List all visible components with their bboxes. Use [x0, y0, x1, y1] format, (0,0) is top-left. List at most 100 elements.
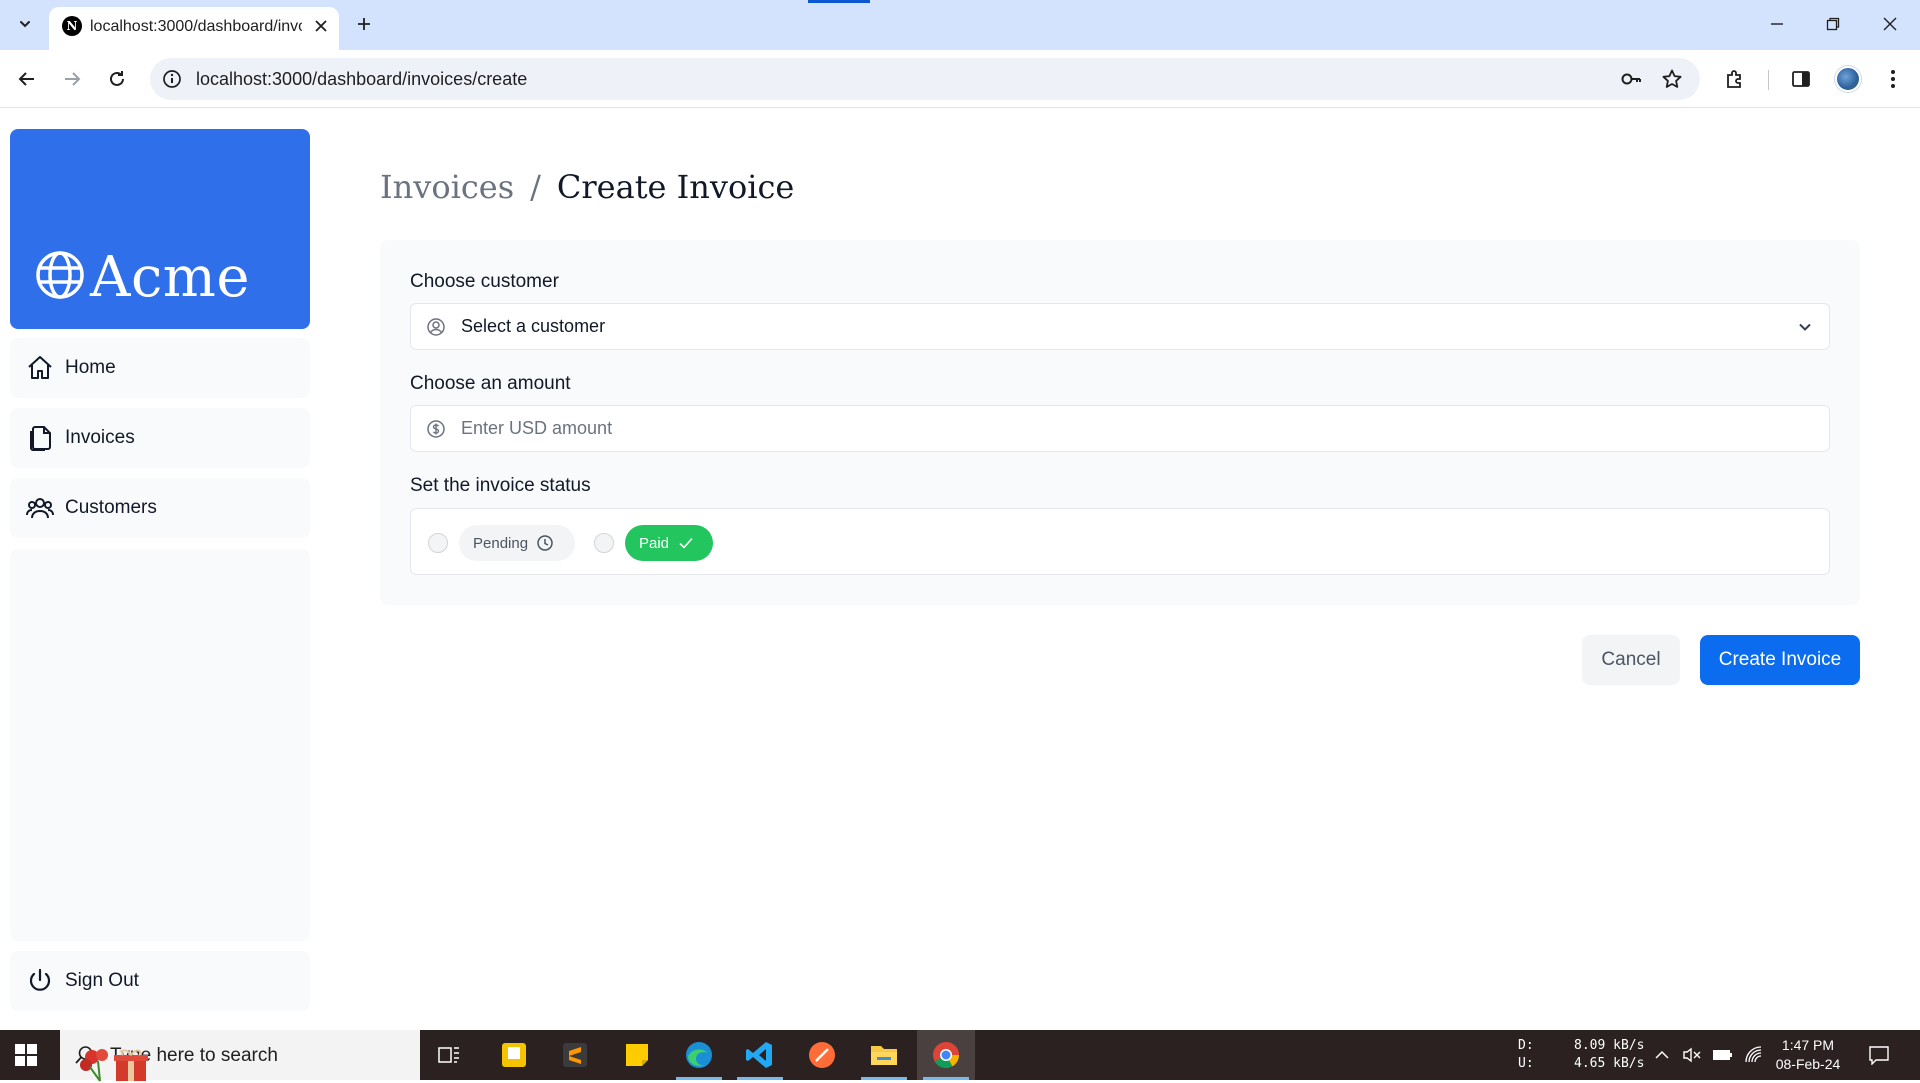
- taskbar-vscode-app[interactable]: [731, 1030, 789, 1080]
- document-icon: [26, 424, 54, 452]
- star-icon[interactable]: [1661, 68, 1683, 90]
- task-view-button[interactable]: [420, 1030, 478, 1080]
- close-icon: [1882, 16, 1898, 32]
- forward-button[interactable]: [57, 64, 87, 94]
- sidebar-item-label: Invoices: [65, 427, 135, 448]
- dollar-icon: [426, 419, 446, 439]
- net-up-speed: 4.65 kB/s: [1574, 1056, 1645, 1071]
- tab-strip-indicator: [808, 0, 870, 3]
- breadcrumb-invoices-link[interactable]: Invoices: [380, 168, 514, 206]
- browser-tab[interactable]: N localhost:3000/dashboard/invoices/crea…: [49, 7, 339, 50]
- sign-out-label: Sign Out: [65, 970, 139, 991]
- close-window-button[interactable]: [1878, 12, 1902, 36]
- back-button[interactable]: [12, 64, 42, 94]
- net-up-label: U:: [1518, 1056, 1534, 1071]
- sign-out-button[interactable]: Sign Out: [10, 951, 310, 1011]
- side-panel-button[interactable]: [1786, 64, 1816, 94]
- profile-avatar[interactable]: [1835, 66, 1861, 92]
- toolbar-divider: [1768, 70, 1769, 90]
- brand-link[interactable]: Acme: [10, 129, 310, 329]
- paid-radio[interactable]: [594, 533, 614, 553]
- browser-menu-button[interactable]: [1878, 64, 1908, 94]
- sidebar-item-label: Customers: [65, 497, 157, 518]
- edge-icon: [684, 1040, 714, 1070]
- breadcrumb-separator: /: [530, 168, 541, 206]
- taskbar-player-app[interactable]: [485, 1030, 543, 1080]
- sticky-notes-icon: [623, 1041, 651, 1069]
- amount-input[interactable]: Enter USD amount: [410, 405, 1830, 452]
- tab-close-button[interactable]: [311, 16, 331, 36]
- gift-flowers-icon: [74, 1045, 148, 1082]
- clock-date: 08-Feb-24: [1775, 1056, 1841, 1072]
- new-tab-button[interactable]: [352, 12, 376, 36]
- power-icon: [26, 967, 54, 995]
- sidebar-item-label: Home: [65, 357, 116, 378]
- info-icon[interactable]: [162, 69, 182, 89]
- vscode-icon: [745, 1040, 775, 1070]
- puzzle-icon: [1724, 68, 1746, 90]
- task-view-icon: [438, 1045, 460, 1065]
- restore-button[interactable]: [1821, 12, 1845, 36]
- taskbar-chrome-app[interactable]: [917, 1030, 975, 1080]
- windows-start-icon[interactable]: [14, 1043, 38, 1067]
- key-icon[interactable]: [1620, 68, 1642, 90]
- speaker-muted-icon[interactable]: [1682, 1045, 1702, 1065]
- plus-icon: [356, 16, 372, 32]
- notification-icon[interactable]: [1868, 1045, 1890, 1065]
- check-icon: [677, 534, 695, 552]
- taskbar-search[interactable]: Type here to search: [60, 1030, 420, 1082]
- page-title: Create Invoice: [556, 168, 795, 206]
- tab-search-button[interactable]: [13, 12, 37, 36]
- paid-status-label[interactable]: Paid: [625, 525, 713, 561]
- create-invoice-button[interactable]: Create Invoice: [1700, 635, 1860, 685]
- wifi-icon[interactable]: [1744, 1045, 1764, 1065]
- system-clock[interactable]: 1:47 PM 08-Feb-24: [1768, 1036, 1848, 1074]
- tab-title: localhost:3000/dashboard/invoices/create: [90, 18, 302, 35]
- taskbar-edge-app[interactable]: [670, 1030, 728, 1080]
- sidebar-item-customers[interactable]: Customers: [10, 478, 310, 538]
- paid-text: Paid: [639, 534, 670, 552]
- user-circle-icon: [426, 317, 446, 337]
- chevron-up-icon[interactable]: [1652, 1045, 1672, 1065]
- taskbar-sublime-app[interactable]: [546, 1030, 604, 1080]
- clock-time: 1:47 PM: [1781, 1037, 1835, 1053]
- url-text: localhost:3000/dashboard/invoices/create: [196, 69, 528, 89]
- battery-icon[interactable]: [1712, 1045, 1732, 1065]
- player-app-icon: [500, 1041, 528, 1069]
- status-label: Set the invoice status: [410, 475, 591, 496]
- nextjs-favicon-icon: N: [62, 16, 82, 36]
- postman-icon: [807, 1040, 837, 1070]
- minimize-button[interactable]: [1765, 12, 1789, 36]
- chevron-down-icon: [17, 16, 33, 32]
- arrow-right-icon: [62, 69, 82, 89]
- taskbar-postman-app[interactable]: [793, 1030, 851, 1080]
- sidebar-item-home[interactable]: Home: [10, 338, 310, 398]
- more-vert-icon: [1890, 69, 1896, 89]
- taskbar-file-explorer-app[interactable]: [855, 1030, 913, 1080]
- status-fieldset: Pending Paid: [410, 508, 1830, 575]
- amount-label: Choose an amount: [410, 373, 571, 394]
- cancel-button[interactable]: Cancel: [1582, 635, 1680, 685]
- close-icon: [314, 19, 328, 33]
- net-down-speed: 8.09 kB/s: [1574, 1038, 1645, 1053]
- reload-button[interactable]: [102, 64, 132, 94]
- pending-status-label[interactable]: Pending: [459, 525, 575, 561]
- reload-icon: [107, 69, 127, 89]
- invoice-form: Choose customer Select a customer Choose…: [380, 240, 1860, 605]
- pending-radio[interactable]: [428, 533, 448, 553]
- minimize-icon: [1769, 16, 1785, 32]
- users-icon: [26, 494, 54, 522]
- windows-taskbar: Type here to search D: U: 8.09 kB/s 4.65…: [0, 1030, 1920, 1082]
- customer-select[interactable]: Select a customer: [410, 303, 1830, 350]
- chrome-icon: [931, 1040, 961, 1070]
- extensions-button[interactable]: [1720, 64, 1750, 94]
- arrow-left-icon: [17, 69, 37, 89]
- customer-label: Choose customer: [410, 271, 559, 292]
- address-bar[interactable]: localhost:3000/dashboard/invoices/create: [150, 58, 1700, 100]
- customer-select-value: Select a customer: [461, 316, 606, 336]
- sidebar-item-invoices[interactable]: Invoices: [10, 408, 310, 468]
- folder-icon: [869, 1042, 899, 1068]
- restore-icon: [1825, 16, 1841, 32]
- sidebar-spacer: [10, 549, 310, 941]
- taskbar-sticky-notes-app[interactable]: [608, 1030, 666, 1080]
